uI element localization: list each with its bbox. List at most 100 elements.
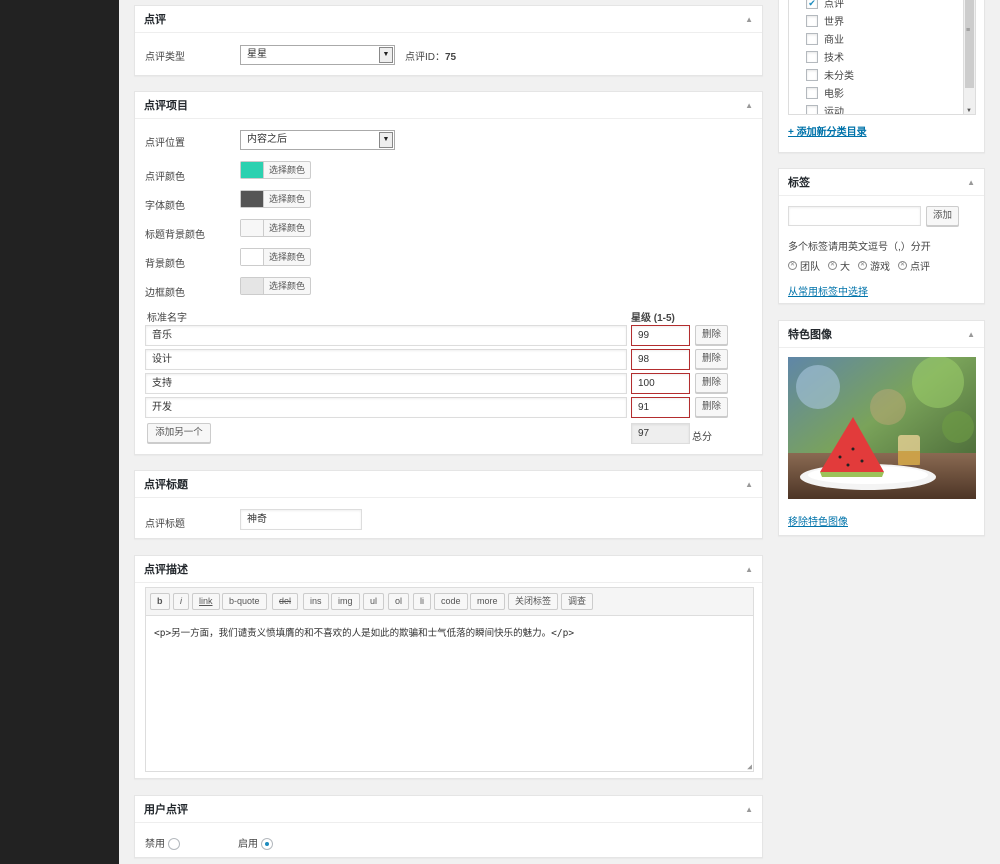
collapse-arrow-icon[interactable]: ▲: [745, 101, 753, 110]
survey-button[interactable]: 调查: [561, 593, 594, 610]
featured-image-thumbnail[interactable]: [788, 357, 976, 499]
italic-button[interactable]: i: [173, 593, 189, 610]
criteria-name-input[interactable]: 开发: [145, 397, 627, 418]
dropdown-arrow-icon: ▼: [379, 47, 393, 63]
criteria-score-input[interactable]: 91: [631, 397, 690, 418]
review-position-label: 点评位置: [145, 138, 185, 149]
choose-color-button: 选择颜色: [269, 165, 306, 175]
review-type-select[interactable]: 星星 ▼: [240, 45, 395, 65]
color-picker-bg[interactable]: 选择颜色: [240, 248, 312, 266]
li-button[interactable]: li: [413, 593, 431, 610]
delete-row-button[interactable]: 删除: [695, 373, 728, 393]
scrollbar-thumb[interactable]: [965, 0, 974, 88]
criteria-score-input[interactable]: 99: [631, 325, 690, 346]
review-box-header[interactable]: 点评 ▲: [135, 6, 762, 33]
criteria-name-input[interactable]: 设计: [145, 349, 627, 370]
review-title-header[interactable]: 点评标题 ▲: [135, 471, 762, 498]
ins-button[interactable]: ins: [303, 593, 329, 610]
checkbox[interactable]: [806, 32, 818, 45]
checkbox[interactable]: [806, 86, 818, 99]
color-picker-font[interactable]: 选择颜色: [240, 190, 312, 208]
user-review-header[interactable]: 用户点评 ▲: [135, 796, 762, 823]
remove-tag-icon[interactable]: ✕: [858, 261, 867, 270]
review-title-input[interactable]: 神奇: [240, 509, 362, 530]
color-swatch: [241, 249, 264, 265]
disable-option[interactable]: 禁用: [145, 835, 180, 851]
category-item[interactable]: 世界: [806, 13, 844, 28]
close-tags-button[interactable]: 关闭标签: [508, 593, 559, 610]
user-review-title: 用户点评: [144, 804, 188, 816]
ul-button[interactable]: ul: [363, 593, 385, 610]
blockquote-button[interactable]: b-quote: [222, 593, 267, 610]
enable-label: 启用: [238, 839, 258, 850]
checkbox[interactable]: [806, 50, 818, 63]
category-item[interactable]: 技术: [806, 49, 844, 64]
tag-item: ✕ 游戏: [858, 261, 890, 273]
checkbox[interactable]: [806, 14, 818, 27]
delete-row-button[interactable]: 删除: [695, 325, 728, 345]
ol-button[interactable]: ol: [388, 593, 410, 610]
tags-hint: 多个标签请用英文逗号（,）分开: [788, 242, 931, 253]
review-title-box-title: 点评标题: [144, 479, 188, 491]
admin-sidebar: [0, 0, 119, 864]
color-picker-border[interactable]: 选择颜色: [240, 277, 312, 295]
review-description-box: 点评描述 ▲ b i link b-quote del ins img ul o…: [134, 555, 763, 779]
enable-radio[interactable]: [260, 838, 273, 851]
review-position-select[interactable]: 内容之后 ▼: [240, 130, 395, 150]
featured-image-header[interactable]: 特色图像 ▲: [779, 321, 984, 348]
enable-option[interactable]: 启用: [238, 835, 273, 851]
collapse-arrow-icon[interactable]: ▲: [745, 565, 753, 574]
criteria-name-input[interactable]: 音乐: [145, 325, 627, 346]
img-button[interactable]: img: [331, 593, 360, 610]
scroll-down-icon[interactable]: ▼: [966, 108, 972, 114]
tag-item: ✕ 团队: [788, 261, 820, 273]
delete-row-button[interactable]: 删除: [695, 397, 728, 417]
bold-button[interactable]: b: [150, 593, 170, 610]
category-item[interactable]: 商业: [806, 31, 844, 46]
review-items-box: 点评项目 ▲ 点评位置 内容之后 ▼ 点评颜色 选择颜色 字体颜色 选择颜色 标…: [134, 91, 763, 455]
checkbox[interactable]: [806, 104, 818, 114]
add-criteria-button[interactable]: 添加另一个: [147, 423, 211, 443]
collapse-arrow-icon[interactable]: ▲: [967, 178, 975, 187]
more-button[interactable]: more: [470, 593, 505, 610]
color-swatch: [241, 220, 264, 236]
disable-radio[interactable]: [167, 838, 180, 851]
review-description-header[interactable]: 点评描述 ▲: [135, 556, 762, 583]
criteria-score-input[interactable]: 98: [631, 349, 690, 370]
remove-featured-image-link[interactable]: 移除特色图像: [788, 513, 848, 528]
checkbox-checked-icon[interactable]: ✔: [806, 0, 818, 9]
resize-handle-icon[interactable]: ◢: [747, 762, 752, 771]
delete-row-button[interactable]: 删除: [695, 349, 728, 369]
category-item[interactable]: 电影: [806, 85, 844, 100]
add-tag-button[interactable]: 添加: [926, 206, 959, 226]
scrollbar[interactable]: ≡ ▼: [963, 0, 975, 114]
code-button[interactable]: code: [434, 593, 468, 610]
collapse-arrow-icon[interactable]: ▲: [745, 805, 753, 814]
link-button[interactable]: link: [192, 593, 220, 610]
color-picker-title-bg[interactable]: 选择颜色: [240, 219, 312, 237]
tags-title: 标签: [788, 177, 810, 189]
remove-tag-icon[interactable]: ✕: [828, 261, 837, 270]
checkbox[interactable]: [806, 68, 818, 81]
criteria-name-input[interactable]: 支持: [145, 373, 627, 394]
add-category-link[interactable]: + 添加新分类目录: [788, 123, 867, 138]
color-label-font: 字体颜色: [145, 201, 185, 212]
color-label-border: 边框颜色: [145, 288, 185, 299]
collapse-arrow-icon[interactable]: ▲: [967, 330, 975, 339]
review-box-title: 点评: [144, 14, 166, 26]
del-button[interactable]: del: [272, 593, 299, 610]
criteria-score-input[interactable]: 100: [631, 373, 690, 394]
color-picker-review[interactable]: 选择颜色: [240, 161, 312, 179]
collapse-arrow-icon[interactable]: ▲: [745, 480, 753, 489]
remove-tag-icon[interactable]: ✕: [788, 261, 797, 270]
category-item[interactable]: 未分类: [806, 67, 854, 82]
new-tag-input[interactable]: [788, 206, 921, 226]
choose-popular-tags-link[interactable]: 从常用标签中选择: [788, 283, 868, 298]
collapse-arrow-icon[interactable]: ▲: [745, 15, 753, 24]
remove-tag-icon[interactable]: ✕: [898, 261, 907, 270]
description-textarea[interactable]: <p>另一方面，我们谴责义愤填膺的和不喜欢的人是如此的欺骗和士气低落的瞬间快乐的…: [145, 616, 754, 772]
tags-header[interactable]: 标签 ▲: [779, 169, 984, 196]
category-item[interactable]: ✔ 点评: [806, 0, 844, 10]
category-item[interactable]: 运动: [806, 103, 844, 114]
review-items-header[interactable]: 点评项目 ▲: [135, 92, 762, 119]
